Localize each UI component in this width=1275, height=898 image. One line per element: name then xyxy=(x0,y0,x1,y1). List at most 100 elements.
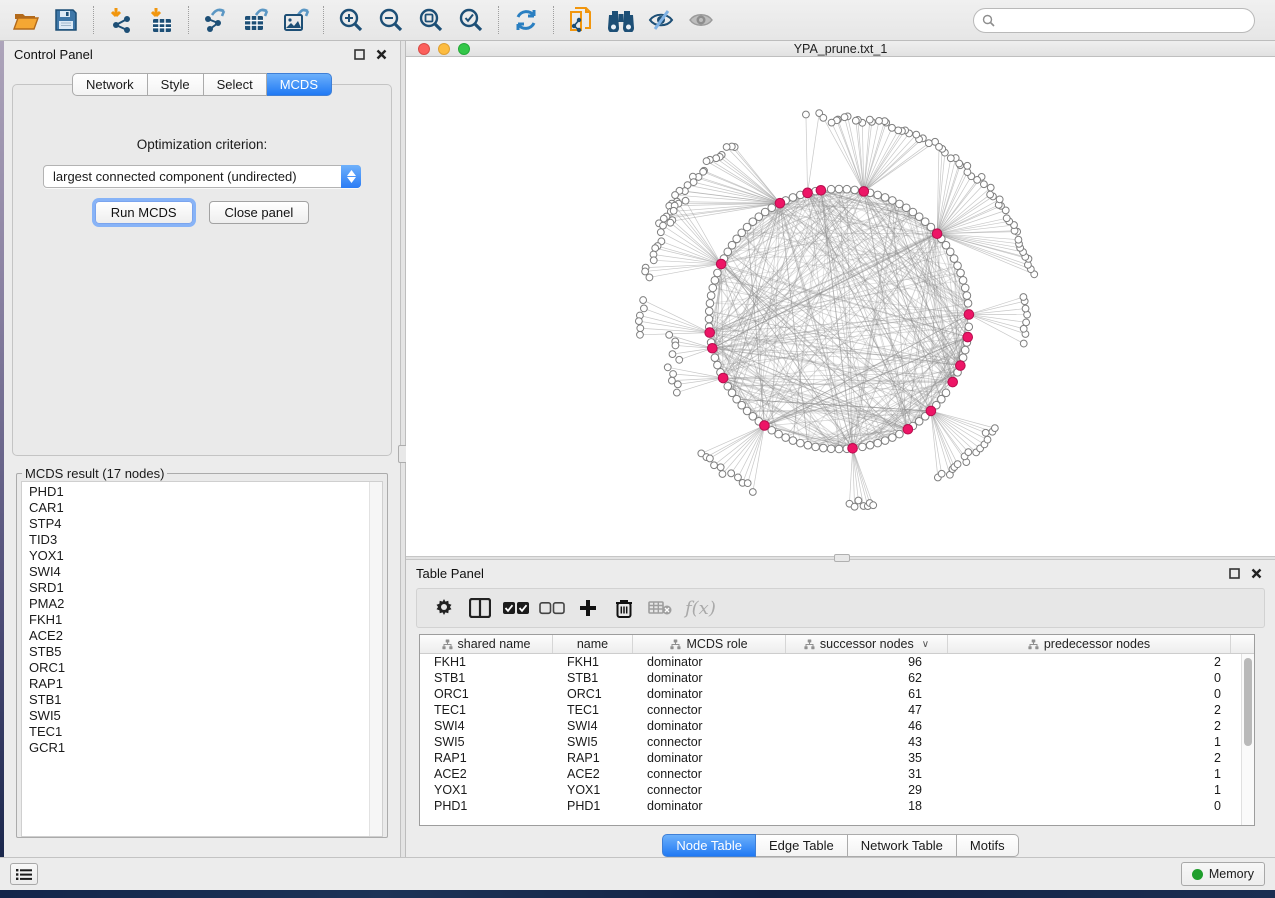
network-node[interactable] xyxy=(851,504,858,511)
network-node[interactable] xyxy=(889,434,897,442)
network-node[interactable] xyxy=(913,132,920,139)
mcds-list-scrollbar[interactable] xyxy=(369,482,382,836)
memory-button[interactable]: Memory xyxy=(1181,862,1265,886)
optimization-criterion-select[interactable]: largest connected component (undirected) xyxy=(43,165,361,188)
apply-layout-button[interactable] xyxy=(506,3,546,37)
network-node[interactable] xyxy=(874,440,882,448)
network-node[interactable] xyxy=(881,194,889,202)
first-neighbors-button[interactable] xyxy=(601,3,641,37)
search-input[interactable] xyxy=(1000,13,1246,27)
table-scrollbar[interactable] xyxy=(1241,654,1254,825)
network-node[interactable] xyxy=(789,194,797,202)
function-builder-button[interactable]: f(x) xyxy=(681,593,720,623)
mcds-node-item[interactable]: SWI4 xyxy=(29,564,382,580)
zoom-fit-button[interactable] xyxy=(411,3,451,37)
mcds-node-item[interactable]: SWI5 xyxy=(29,708,382,724)
network-node[interactable] xyxy=(841,114,848,121)
tab-node-table[interactable]: Node Table xyxy=(662,834,756,857)
network-node[interactable] xyxy=(1020,294,1027,301)
network-node[interactable] xyxy=(744,480,751,487)
network-node[interactable] xyxy=(987,192,994,199)
column-header-predecessor-nodes[interactable]: predecessor nodes xyxy=(948,635,1231,653)
run-mcds-button[interactable]: Run MCDS xyxy=(95,201,193,224)
float-panel-icon[interactable] xyxy=(350,46,368,62)
network-node[interactable] xyxy=(959,277,967,285)
table-row[interactable]: YOX1YOX1connector291 xyxy=(420,782,1254,798)
network-node[interactable] xyxy=(889,197,897,205)
network-node[interactable] xyxy=(827,445,835,453)
table-row[interactable]: SWI5SWI5connector431 xyxy=(420,734,1254,750)
network-node[interactable] xyxy=(925,140,932,147)
import-table-button[interactable] xyxy=(141,3,181,37)
export-network-button[interactable] xyxy=(196,3,236,37)
tab-mcds[interactable]: MCDS xyxy=(267,73,332,96)
network-node[interactable] xyxy=(957,269,965,277)
column-header-name[interactable]: name xyxy=(553,635,633,653)
network-node[interactable] xyxy=(711,354,719,362)
network-node[interactable] xyxy=(896,431,904,439)
tab-motifs[interactable]: Motifs xyxy=(957,834,1019,857)
mcds-node-item[interactable]: FKH1 xyxy=(29,612,382,628)
network-node[interactable] xyxy=(775,431,783,439)
mcds-node-item[interactable]: GCR1 xyxy=(29,740,382,756)
network-node[interactable] xyxy=(961,284,969,292)
column-header-shared-name[interactable]: shared name xyxy=(420,635,553,653)
network-node[interactable] xyxy=(1003,215,1010,222)
mcds-hub-node[interactable] xyxy=(956,361,966,371)
network-node[interactable] xyxy=(965,323,973,331)
show-all-button[interactable] xyxy=(681,3,721,37)
zoom-out-button[interactable] xyxy=(371,3,411,37)
column-header-MCDS-role[interactable]: MCDS role xyxy=(633,635,786,653)
network-node[interactable] xyxy=(724,383,732,391)
network-node[interactable] xyxy=(768,204,776,212)
tab-style[interactable]: Style xyxy=(148,73,204,96)
network-node[interactable] xyxy=(835,186,843,194)
mcds-node-item[interactable]: STP4 xyxy=(29,516,382,532)
save-session-button[interactable] xyxy=(46,3,86,37)
export-table-button[interactable] xyxy=(236,3,276,37)
network-node[interactable] xyxy=(964,300,972,308)
network-node[interactable] xyxy=(749,489,756,496)
mcds-hub-node[interactable] xyxy=(718,374,728,384)
network-node[interactable] xyxy=(954,461,961,468)
export-image-button[interactable] xyxy=(276,3,316,37)
mcds-node-item[interactable]: PHD1 xyxy=(29,484,382,500)
mcds-hub-node[interactable] xyxy=(816,186,826,196)
network-node[interactable] xyxy=(672,192,679,199)
network-node[interactable] xyxy=(713,155,720,162)
network-node[interactable] xyxy=(711,462,718,469)
mcds-hub-node[interactable] xyxy=(708,344,718,354)
network-node[interactable] xyxy=(717,464,724,471)
network-node[interactable] xyxy=(936,144,943,151)
network-node[interactable] xyxy=(874,191,882,199)
mcds-hub-node[interactable] xyxy=(760,421,770,431)
tab-network-table[interactable]: Network Table xyxy=(848,834,957,857)
tab-select[interactable]: Select xyxy=(204,73,267,96)
network-node[interactable] xyxy=(707,292,715,300)
network-node[interactable] xyxy=(927,224,935,232)
mcds-node-item[interactable]: RAP1 xyxy=(29,676,382,692)
network-node[interactable] xyxy=(667,220,674,227)
network-node[interactable] xyxy=(866,117,873,124)
network-node[interactable] xyxy=(637,325,644,332)
delete-columns-button[interactable] xyxy=(609,593,639,623)
mcds-node-item[interactable]: PMA2 xyxy=(29,596,382,612)
add-column-button[interactable] xyxy=(573,593,603,623)
network-node[interactable] xyxy=(1023,319,1030,326)
network-node[interactable] xyxy=(642,268,649,275)
network-node[interactable] xyxy=(657,229,664,236)
network-node[interactable] xyxy=(843,186,851,194)
column-header-successor-nodes[interactable]: successor nodes∨ xyxy=(786,635,948,653)
mcds-hub-node[interactable] xyxy=(848,444,858,454)
float-panel-icon[interactable] xyxy=(1225,565,1243,581)
close-panel-button[interactable]: Close panel xyxy=(209,201,310,224)
show-columns-button[interactable] xyxy=(465,593,495,623)
network-node[interactable] xyxy=(672,342,679,349)
tab-edge-table[interactable]: Edge Table xyxy=(756,834,848,857)
close-panel-icon[interactable] xyxy=(372,46,390,62)
network-node[interactable] xyxy=(714,269,722,277)
network-node[interactable] xyxy=(652,245,659,252)
network-node[interactable] xyxy=(711,277,719,285)
network-node[interactable] xyxy=(896,200,904,208)
network-node[interactable] xyxy=(714,362,722,370)
